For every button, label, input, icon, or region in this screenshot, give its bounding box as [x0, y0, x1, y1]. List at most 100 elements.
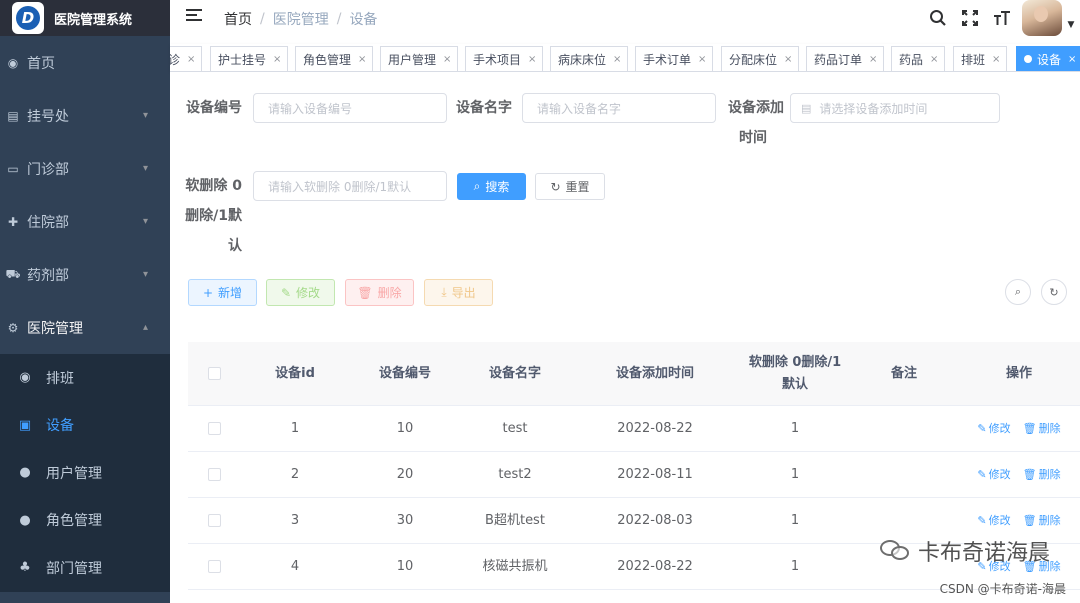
row-edit-link[interactable]: ✎ 修改	[977, 464, 1010, 486]
plus-icon: +	[202, 285, 214, 300]
breadcrumb-separator: /	[260, 11, 265, 27]
tag-item[interactable]: 排班 ×	[953, 46, 1008, 71]
code-input[interactable]: 请输入设备编号	[253, 93, 447, 123]
close-icon[interactable]: ×	[869, 54, 877, 65]
tag-item[interactable]: 药品订单 ×	[806, 46, 885, 71]
cell-id: 4	[290, 558, 300, 574]
edit-button[interactable]: ✎ 修改	[266, 279, 335, 306]
tree-icon: ♣	[19, 560, 31, 576]
cell-code: 20	[396, 466, 414, 482]
header-remark: 备注	[890, 365, 917, 381]
close-icon[interactable]: ×	[273, 54, 281, 65]
sidebar-item-outpatient[interactable]: ▭ 门诊部 ▾	[0, 142, 170, 195]
row-delete-link[interactable]: 🗑 删除	[1023, 464, 1061, 486]
sidebar-item-departments[interactable]: ♣ 部门管理	[0, 544, 170, 592]
row-checkbox[interactable]	[188, 560, 240, 573]
soft-delete-label-line1: 软删除 0	[185, 178, 242, 194]
breadcrumb-home[interactable]: 首页	[224, 9, 252, 29]
tag-item[interactable]: 药品 ×	[891, 46, 946, 71]
cell-soft-delete: 1	[790, 558, 800, 574]
search-icon[interactable]	[922, 2, 954, 34]
time-label-line2: 时间	[739, 130, 767, 146]
sidebar-item-users[interactable]: ● 用户管理	[0, 449, 170, 497]
soft-delete-input[interactable]: 请输入软删除 0删除/1默认	[253, 171, 447, 201]
search-icon: ⌕	[473, 179, 481, 193]
close-icon[interactable]: ×	[1068, 54, 1076, 65]
refresh-button[interactable]: ↻	[1041, 279, 1067, 305]
submenu-hospital-management: ◉ 排班 ▣ 设备 ● 用户管理 ● 角色管理 ♣ 部门管理	[0, 354, 170, 592]
row-delete-link[interactable]: 🗑 删除	[1023, 418, 1061, 440]
sidebar-item-register[interactable]: ▤ 挂号处 ▾	[0, 89, 170, 142]
select-all-checkbox[interactable]	[188, 367, 240, 380]
header-code: 设备编号	[378, 365, 431, 381]
cell-name: 核磁共振机	[482, 558, 548, 574]
close-icon[interactable]: ×	[698, 54, 706, 65]
avatar[interactable]	[1022, 0, 1062, 36]
refresh-icon: ↻	[1049, 285, 1059, 299]
header-soft-delete-line1: 软删除 0删除/1	[748, 354, 842, 370]
toggle-search-button[interactable]: ⌕	[1005, 279, 1031, 305]
reset-button[interactable]: ↻ 重置	[535, 173, 605, 200]
cell-id: 2	[290, 466, 300, 482]
table-row: 1 10 test 2022-08-22 1 ✎ 修改 🗑 删除	[188, 406, 1080, 452]
row-checkbox[interactable]	[188, 422, 240, 435]
delete-button[interactable]: 🗑 删除	[345, 279, 414, 306]
edit-icon: ✎	[977, 467, 987, 481]
sidebar-item-schedule[interactable]: ◉ 排班	[0, 354, 170, 402]
tag-item[interactable]: 病床床位 ×	[550, 46, 629, 71]
tag-item[interactable]: 用户管理 ×	[380, 46, 459, 71]
row-checkbox[interactable]	[188, 514, 240, 527]
header-soft-delete: 软删除 0删除/1 默认	[740, 352, 850, 396]
close-icon[interactable]: ×	[443, 54, 451, 65]
row-edit-link[interactable]: ✎ 修改	[977, 418, 1010, 440]
refresh-icon: ↻	[550, 179, 561, 194]
monitor-icon: ▣	[18, 417, 32, 433]
logo-area[interactable]: D 医院管理系统	[0, 0, 170, 36]
gear-icon: ⚙	[7, 320, 19, 335]
close-icon[interactable]: ×	[358, 54, 366, 65]
cell-time: 2022-08-22	[617, 420, 693, 436]
tag-item[interactable]: 手术项目 ×	[465, 46, 544, 71]
cell-code: 10	[396, 420, 414, 436]
close-icon[interactable]: ×	[992, 54, 1000, 65]
row-delete-link[interactable]: 🗑 删除	[1023, 510, 1061, 532]
hamburger-icon[interactable]	[186, 9, 202, 25]
cell-time: 2022-08-03	[617, 512, 693, 528]
sidebar-item-home[interactable]: ◉ 首页	[0, 36, 170, 89]
close-icon[interactable]: ×	[784, 54, 792, 65]
sidebar-item-label: 设备	[46, 418, 74, 435]
inpatient-icon: ✚	[7, 214, 19, 229]
sidebar-item-roles[interactable]: ● 角色管理	[0, 497, 170, 545]
chevron-down-icon: ▾	[142, 110, 148, 121]
row-checkbox[interactable]	[188, 468, 240, 481]
name-input[interactable]: 请输入设备名字	[522, 93, 716, 123]
tag-item[interactable]: 角色管理 ×	[295, 46, 374, 71]
fullscreen-icon[interactable]	[954, 2, 986, 34]
close-icon[interactable]: ×	[528, 54, 536, 65]
sidebar-item-label: 门诊部	[27, 161, 69, 178]
sidebar-menu: ◉ 首页 ▤ 挂号处 ▾ ▭ 门诊部 ▾ ✚ 住院部 ▾ ⛟ 药剂部 ▾ ⚙ 医…	[0, 36, 170, 354]
row-edit-link[interactable]: ✎ 修改	[977, 510, 1010, 532]
tag-item[interactable]: 护士挂号 ×	[210, 46, 289, 71]
tag-item-active[interactable]: 设备 ×	[1016, 46, 1080, 71]
export-button[interactable]: ⤓ 导出	[424, 279, 493, 306]
sidebar-item-equipment[interactable]: ▣ 设备	[0, 402, 170, 450]
cell-code: 30	[396, 512, 414, 528]
sidebar-item-hospital-management[interactable]: ⚙ 医院管理 ▴	[0, 301, 170, 354]
close-icon[interactable]: ×	[930, 54, 938, 65]
close-icon[interactable]: ×	[187, 54, 195, 65]
chevron-down-icon: ▾	[142, 269, 148, 280]
close-icon[interactable]: ×	[613, 54, 621, 65]
download-icon: ⤓	[441, 285, 447, 299]
time-picker[interactable]: ▤ 请选择设备添加时间	[790, 93, 1000, 123]
sidebar-item-inpatient[interactable]: ✚ 住院部 ▾	[0, 195, 170, 248]
sidebar-item-pharmacy[interactable]: ⛟ 药剂部 ▾	[0, 248, 170, 301]
tag-item[interactable]: 手术订单 ×	[635, 46, 714, 71]
font-size-icon[interactable]	[986, 2, 1018, 34]
cell-soft-delete: 1	[790, 466, 800, 482]
tag-item[interactable]: 诊×	[170, 46, 203, 71]
caret-down-icon[interactable]: ▼	[1062, 20, 1080, 30]
add-button[interactable]: + 新增	[188, 279, 257, 306]
search-button[interactable]: ⌕ 搜索	[457, 173, 526, 200]
tag-item[interactable]: 分配床位 ×	[721, 46, 800, 71]
